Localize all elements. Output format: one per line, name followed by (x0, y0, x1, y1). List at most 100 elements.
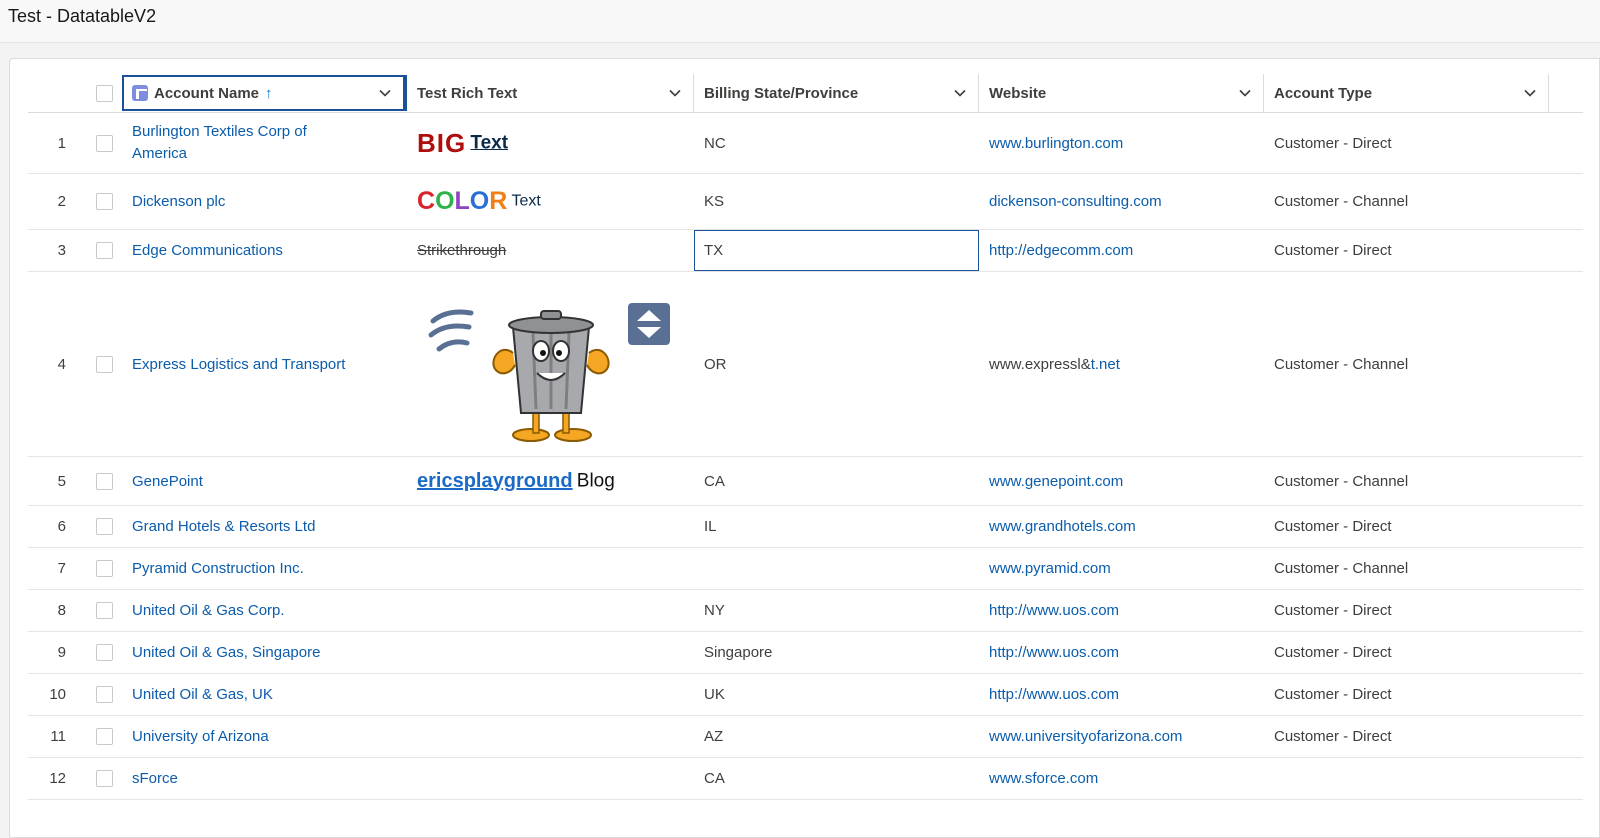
account-name-cell: United Oil & Gas, Singapore (122, 631, 407, 674)
website-cell: http://www.uos.com (979, 589, 1264, 632)
chevron-down-icon[interactable] (1237, 85, 1253, 101)
column-header-website[interactable]: Website (979, 74, 1264, 113)
column-header-billing-state[interactable]: Billing State/Province (694, 74, 979, 113)
column-header-account-type[interactable]: Account Type (1264, 74, 1549, 113)
website-link[interactable]: www.genepoint.com (989, 473, 1123, 490)
account-name-link[interactable]: GenePoint (132, 473, 203, 490)
row-select-cell (78, 547, 122, 590)
rich-text-cell (407, 757, 694, 800)
website-link[interactable]: http://www.uos.com (989, 686, 1119, 703)
website-link[interactable]: t.net (1091, 356, 1120, 373)
row-checkbox[interactable] (96, 560, 113, 577)
account-name-link[interactable]: United Oil & Gas Corp. (132, 602, 285, 619)
row-filler (1549, 631, 1583, 674)
row-checkbox[interactable] (96, 644, 113, 661)
account-name-cell: United Oil & Gas, UK (122, 673, 407, 716)
row-checkbox[interactable] (96, 472, 113, 490)
website-link[interactable]: www.universityofarizona.com (989, 728, 1182, 745)
row-number: 9 (28, 631, 78, 674)
chevron-down-icon[interactable] (952, 85, 968, 101)
row-checkbox[interactable] (96, 134, 113, 152)
website-link[interactable]: http://edgecomm.com (989, 242, 1133, 259)
rich-text-cell (407, 631, 694, 674)
billing-state-cell: IL (694, 505, 979, 548)
rich-underlined-text: Text (470, 132, 509, 153)
table-row: 1 Burlington Textiles Corp of America BI… (28, 112, 1583, 174)
website-link[interactable]: www.burlington.com (989, 135, 1123, 152)
select-all-checkbox[interactable] (96, 84, 113, 102)
website-link[interactable]: www.sforce.com (989, 770, 1098, 787)
column-label-website: Website (989, 84, 1047, 102)
column-header-account-name[interactable]: Account Name ↑ (122, 74, 407, 113)
row-filler (1549, 271, 1583, 457)
account-name-link[interactable]: United Oil & Gas, UK (132, 686, 273, 703)
row-filler (1549, 673, 1583, 716)
billing-state-cell-focused[interactable]: TX (694, 229, 979, 272)
account-name-link[interactable]: sForce (132, 770, 178, 787)
rich-blog-text: Blog (576, 470, 615, 491)
row-select-cell (78, 673, 122, 716)
account-type-cell (1264, 757, 1549, 800)
account-name-link[interactable]: Pyramid Construction Inc. (132, 560, 304, 577)
column-label-billing-state: Billing State/Province (704, 84, 859, 102)
chevron-down-icon[interactable] (667, 85, 683, 101)
website-link[interactable]: http://www.uos.com (989, 602, 1119, 619)
row-checkbox[interactable] (96, 355, 113, 373)
row-checkbox[interactable] (96, 193, 113, 210)
billing-state-cell: AZ (694, 715, 979, 758)
billing-state-cell: NY (694, 589, 979, 632)
row-number: 6 (28, 505, 78, 548)
row-checkbox[interactable] (96, 728, 113, 745)
website-link[interactable]: dickenson-consulting.com (989, 193, 1162, 210)
row-select-cell (78, 589, 122, 632)
account-name-link[interactable]: Dickenson plc (132, 193, 225, 210)
website-cell: www.pyramid.com (979, 547, 1264, 590)
row-checkbox[interactable] (96, 518, 113, 535)
account-name-link[interactable]: Grand Hotels & Resorts Ltd (132, 518, 315, 535)
row-number: 2 (28, 173, 78, 230)
account-type-cell: Customer - Direct (1264, 715, 1549, 758)
account-name-link[interactable]: University of Arizona (132, 728, 269, 745)
row-filler (1549, 589, 1583, 632)
website-link[interactable]: http://www.uos.com (989, 644, 1119, 661)
column-header-test-rich-text[interactable]: Test Rich Text (407, 74, 694, 113)
account-name-link[interactable]: United Oil & Gas, Singapore (132, 644, 320, 661)
chevron-down-icon[interactable] (1522, 85, 1538, 101)
website-cell: www.grandhotels.com (979, 505, 1264, 548)
billing-state-cell: OR (694, 271, 979, 457)
website-link[interactable]: www.pyramid.com (989, 560, 1111, 577)
row-checkbox[interactable] (96, 242, 113, 259)
account-name-link[interactable]: Express Logistics and Transport (132, 356, 345, 373)
sort-ascending-icon[interactable]: ↑ (265, 85, 273, 102)
table-row: 12 sForce CA www.sforce.com (28, 757, 1583, 800)
row-checkbox[interactable] (96, 770, 113, 787)
account-name-cell: United Oil & Gas Corp. (122, 589, 407, 632)
rich-text-cell (407, 673, 694, 716)
row-number: 8 (28, 589, 78, 632)
account-type-cell: Customer - Channel (1264, 456, 1549, 506)
account-type-cell: Customer - Direct (1264, 112, 1549, 174)
rich-text-cell (407, 715, 694, 758)
rich-blog-link[interactable]: ericsplayground (417, 470, 573, 492)
column-label-test-rich-text: Test Rich Text (417, 84, 518, 102)
website-link[interactable]: www.grandhotels.com (989, 518, 1136, 535)
column-label-account-name: Account Name (154, 84, 260, 102)
account-name-link[interactable]: Edge Communications (132, 242, 283, 259)
chevron-down-icon[interactable] (377, 85, 393, 101)
billing-state-cell: NC (694, 112, 979, 174)
website-cell: www.expressl&t.net (979, 271, 1264, 457)
table-row: 10 United Oil & Gas, UK UK http://www.uo… (28, 673, 1583, 716)
table-row: 8 United Oil & Gas Corp. NY http://www.u… (28, 589, 1583, 632)
row-filler (1549, 715, 1583, 758)
row-checkbox[interactable] (96, 686, 113, 703)
account-name-link[interactable]: Burlington Textiles Corp of America (132, 123, 307, 162)
account-type-cell: Customer - Direct (1264, 673, 1549, 716)
row-checkbox[interactable] (96, 602, 113, 619)
row-number: 4 (28, 271, 78, 457)
website-cell: www.genepoint.com (979, 456, 1264, 506)
account-type-cell: Customer - Direct (1264, 631, 1549, 674)
billing-state-cell: KS (694, 173, 979, 230)
account-name-cell: Pyramid Construction Inc. (122, 547, 407, 590)
row-number: 12 (28, 757, 78, 800)
website-cell: www.universityofarizona.com (979, 715, 1264, 758)
